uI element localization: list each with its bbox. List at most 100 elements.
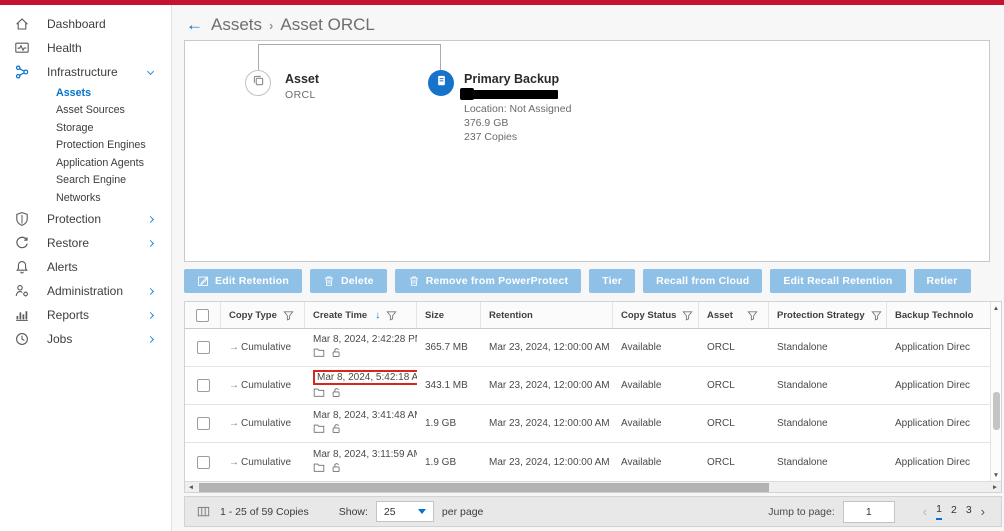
page-size-select[interactable]: 25 <box>376 501 434 522</box>
sidebar-item-protection[interactable]: Protection <box>0 207 171 231</box>
sidebar-item-infrastructure[interactable]: Infrastructure <box>0 60 171 84</box>
arrow-right-icon: → <box>229 380 239 391</box>
copy-map-panel: Asset ORCL Primary Backup Location: Not … <box>184 40 990 262</box>
filter-icon[interactable] <box>747 310 758 321</box>
filter-icon[interactable] <box>283 310 294 321</box>
breadcrumb-separator-icon: › <box>269 18 273 33</box>
asset-value: ORCL <box>699 443 769 481</box>
redacted-target-name <box>464 90 558 99</box>
sidebar-item-label: Administration <box>47 284 123 298</box>
network-nodes-icon <box>14 64 30 80</box>
folder-icon <box>313 462 325 476</box>
sidebar-item-alerts[interactable]: Alerts <box>0 255 171 279</box>
column-header-retention: Retention <box>489 310 533 321</box>
chevron-down-icon <box>147 68 154 75</box>
copy-icon <box>251 73 266 93</box>
horizontal-scroll-track[interactable] <box>197 482 989 492</box>
column-settings-icon[interactable] <box>197 505 210 518</box>
sidebar-item-administration[interactable]: Administration <box>0 279 171 303</box>
remove-from-powerprotect-button[interactable]: Remove from PowerProtect <box>395 269 582 293</box>
filter-icon[interactable] <box>386 310 397 321</box>
vertical-scroll-thumb[interactable] <box>993 392 1000 430</box>
column-header-backup-technology: Backup Technolo <box>895 310 973 321</box>
row-checkbox[interactable] <box>197 417 210 430</box>
sort-descending-icon[interactable]: ↓ <box>375 310 380 321</box>
sidebar-item-dashboard[interactable]: Dashboard <box>0 12 171 36</box>
sidebar-item-application-agents[interactable]: Application Agents <box>0 154 171 172</box>
primary-backup-node[interactable] <box>428 70 454 96</box>
edit-recall-retention-button[interactable]: Edit Recall Retention <box>770 269 905 293</box>
folder-icon <box>313 423 325 437</box>
table-row[interactable]: →Cumulative Mar 8, 2024, 5:42:18 AM 343.… <box>185 367 991 405</box>
sidebar-item-protection-engines[interactable]: Protection Engines <box>0 137 171 155</box>
back-arrow-icon[interactable]: ← <box>186 15 203 35</box>
app-window: Dashboard Health Infrastructure Assets A… <box>0 0 1004 531</box>
vertical-scrollbar[interactable]: ▲ ▼ <box>990 302 1001 481</box>
caret-down-icon <box>418 509 426 514</box>
retier-button[interactable]: Retier <box>914 269 971 293</box>
sidebar-item-restore[interactable]: Restore <box>0 231 171 255</box>
node-connector-line <box>258 44 441 70</box>
sidebar-item-label: Restore <box>47 236 89 250</box>
scroll-left-icon[interactable]: ◄ <box>185 484 197 491</box>
previous-page-icon[interactable]: ‹ <box>923 504 927 519</box>
page-number-1[interactable]: 1 <box>936 503 942 520</box>
page-number-3[interactable]: 3 <box>966 504 972 519</box>
vertical-scroll-track[interactable] <box>991 314 1001 469</box>
sidebar-item-jobs[interactable]: Jobs <box>0 327 171 351</box>
sidebar-item-networks[interactable]: Networks <box>0 189 171 207</box>
page-number-2[interactable]: 2 <box>951 504 957 519</box>
copy-type-value: Cumulative <box>241 457 291 468</box>
horizontal-scroll-thumb[interactable] <box>199 483 769 492</box>
backup-technology-value: Application Direc <box>887 329 991 366</box>
create-time-value: Mar 8, 2024, 3:11:59 AM <box>313 449 417 460</box>
sidebar-item-assets[interactable]: Assets <box>0 84 171 102</box>
recall-from-cloud-button[interactable]: Recall from Cloud <box>643 269 762 293</box>
user-gear-icon <box>14 283 30 299</box>
filter-icon[interactable] <box>871 310 882 321</box>
sidebar-item-search-engine[interactable]: Search Engine <box>0 172 171 190</box>
edit-retention-button[interactable]: Edit Retention <box>184 269 302 293</box>
select-all-checkbox[interactable] <box>196 309 209 322</box>
chevron-right-icon <box>147 335 154 342</box>
backup-technology-value: Application Direc <box>887 443 991 481</box>
unlock-icon <box>330 347 342 361</box>
chevron-right-icon <box>147 311 154 318</box>
breadcrumb-parent[interactable]: Assets <box>211 15 262 35</box>
delete-button[interactable]: Delete <box>310 269 387 293</box>
table-footer: 1 - 25 of 59 Copies Show: 25 per page Ju… <box>184 496 1002 527</box>
sidebar-item-health[interactable]: Health <box>0 36 171 60</box>
table-row[interactable]: →Cumulative Mar 8, 2024, 3:41:48 AM 1.9 … <box>185 405 991 443</box>
sidebar-item-storage[interactable]: Storage <box>0 119 171 137</box>
backup-technology-value: Application Direc <box>887 367 991 404</box>
copies-toolbar: Edit Retention Delete Remove from PowerP… <box>184 269 1004 293</box>
row-checkbox[interactable] <box>197 341 210 354</box>
next-page-icon[interactable]: › <box>981 504 985 519</box>
sidebar-item-label: Protection <box>47 212 101 226</box>
asset-node[interactable] <box>245 70 271 96</box>
row-checkbox[interactable] <box>197 379 210 392</box>
scroll-up-icon[interactable]: ▲ <box>993 302 999 314</box>
sidebar-item-label: Dashboard <box>47 17 106 31</box>
sidebar-item-reports[interactable]: Reports <box>0 303 171 327</box>
chevron-right-icon <box>147 287 154 294</box>
tier-button[interactable]: Tier <box>589 269 635 293</box>
copy-type-value: Cumulative <box>241 380 291 391</box>
scroll-right-icon[interactable]: ► <box>989 484 1001 491</box>
folder-icon <box>313 347 325 361</box>
sidebar-item-asset-sources[interactable]: Asset Sources <box>0 102 171 120</box>
folder-icon <box>313 387 325 401</box>
copy-type-value: Cumulative <box>241 342 291 353</box>
jump-to-page-label: Jump to page: <box>768 506 835 518</box>
table-row[interactable]: →Cumulative Mar 8, 2024, 2:42:28 PM 365.… <box>185 329 991 367</box>
create-time-value-highlighted: Mar 8, 2024, 5:42:18 AM <box>313 370 417 385</box>
asset-value: ORCL <box>699 329 769 366</box>
horizontal-scrollbar[interactable]: ◄ ► <box>185 481 1001 492</box>
column-header-size: Size <box>425 310 444 321</box>
filter-icon[interactable] <box>682 310 693 321</box>
row-checkbox[interactable] <box>197 456 210 469</box>
create-time-value: Mar 8, 2024, 2:42:28 PM <box>313 334 417 345</box>
scroll-down-icon[interactable]: ▼ <box>993 469 999 481</box>
jump-to-page-input[interactable] <box>843 501 895 523</box>
table-row[interactable]: →Cumulative Mar 8, 2024, 3:11:59 AM 1.9 … <box>185 443 991 481</box>
